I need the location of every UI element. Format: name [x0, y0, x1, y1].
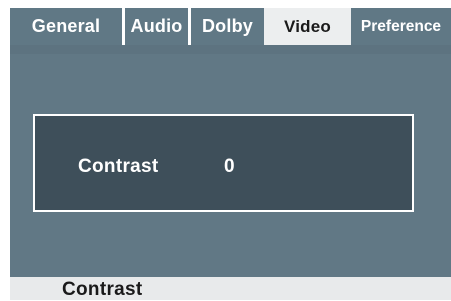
setting-label: Contrast	[78, 156, 159, 177]
settings-content-area: Contrast 0	[10, 45, 451, 277]
contrast-setting-panel[interactable]: Contrast 0	[33, 114, 414, 212]
setting-value: 0	[224, 156, 235, 177]
tab-dolby-label: Dolby	[201, 16, 253, 36]
tab-preference[interactable]: Preference	[351, 8, 451, 45]
setup-menu-screen: General Audio Dolby Video Preference Con…	[10, 8, 451, 300]
tab-general[interactable]: General	[10, 8, 122, 45]
tab-preference-label: Preference	[360, 17, 442, 35]
tab-general-label: General	[31, 16, 101, 36]
tab-dolby[interactable]: Dolby	[191, 8, 264, 45]
tab-video-label: Video	[284, 16, 331, 36]
content-top-band	[10, 45, 451, 54]
tab-audio[interactable]: Audio	[125, 8, 188, 45]
tab-audio-label: Audio	[130, 16, 183, 36]
tab-bar: General Audio Dolby Video Preference	[10, 8, 451, 45]
status-bar-text: Contrast	[62, 279, 143, 300]
status-bar: Contrast	[10, 277, 451, 300]
tab-video[interactable]: Video	[264, 8, 351, 45]
